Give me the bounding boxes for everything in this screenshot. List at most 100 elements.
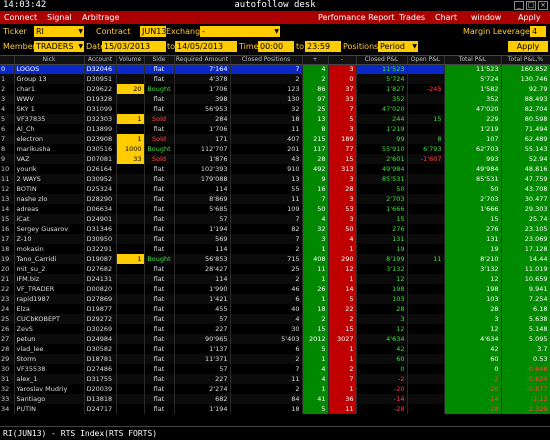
cell-side: flat xyxy=(144,384,175,394)
menu-performance-report[interactable]: Perfomance Report xyxy=(318,13,395,22)
cell-index: 32 xyxy=(0,384,15,394)
date-to-field[interactable]: 14/05/2013 xyxy=(175,41,237,52)
cell-closed-pnl: 1'827 xyxy=(356,84,408,94)
menu-chart[interactable]: Chart xyxy=(435,13,457,22)
table-row[interactable]: 34 PUTIN D24717 flat 1'194 18 5 11 -28 -28 -2.329 xyxy=(0,404,550,414)
table-row[interactable]: 33 Santiago D13818 flat 682 84 41 36 -14 -14 -2.12 xyxy=(0,394,550,404)
table-row[interactable]: 27 petun D24984 flat 90'965 5'403 2012 3027 4'63… xyxy=(0,334,550,344)
table-row[interactable]: 2 char1 D29622 20 Bought 1'706 123 86 37 1'827 -24… xyxy=(0,84,550,94)
table-row[interactable]: 7 electron D23908 1 Sold 171 407 215 189 99 8 107 62… xyxy=(0,134,550,144)
cell-account: D23908 xyxy=(84,134,117,144)
table-row[interactable]: 32 Yaroslav Mudriy D20039 flat 2'274 2 1 1 -20 -2… xyxy=(0,384,550,394)
col-account[interactable]: Account xyxy=(84,56,117,65)
col-nick[interactable]: Nick xyxy=(14,56,85,65)
table-row[interactable]: 13 nashe zlo D28290 flat 8'869 11 7 3 2'703 2'703… xyxy=(0,194,550,204)
table-row[interactable]: 22 VF_TRADER D00820 flat 1'990 46 26 14 198 198 9.… xyxy=(0,284,550,294)
table-row[interactable]: 6 Al_Ch D13899 flat 1'706 11 8 3 1'219 1'219 71.49… xyxy=(0,124,550,134)
table-row[interactable]: 19 Tano_Carridi D19087 1 Bought 56'853 715 408 2… xyxy=(0,254,550,264)
table-row[interactable]: 10 yourik D26164 flat 102'393 910 492 313 49'984… xyxy=(0,164,550,174)
table-row[interactable]: 29 Storm D18781 flat 11'371 2 1 1 60 60 0.53 xyxy=(0,354,550,364)
cell-required-amount: 179'088 xyxy=(174,174,231,184)
cell-plus: 15 xyxy=(302,324,329,334)
menu-signal[interactable]: Signal xyxy=(47,13,72,22)
apply-button[interactable]: Apply xyxy=(508,41,548,52)
col-plus[interactable]: + xyxy=(302,56,329,65)
menu-window[interactable]: window xyxy=(471,13,501,22)
table-row[interactable]: 16 Sergey Gusarov D31346 flat 1'194 82 32 50 276… xyxy=(0,224,550,234)
cell-plus: 3 xyxy=(302,234,329,244)
maximize-icon[interactable]: □ xyxy=(526,1,536,10)
time-to-field[interactable]: 23:59 xyxy=(305,41,341,52)
title-bar: 14:03:42 autofollow desk _ □ × xyxy=(0,0,550,12)
contract-select[interactable]: JUN13 xyxy=(140,26,166,37)
members-select[interactable]: TRADERS ▼ xyxy=(34,41,84,52)
cell-nick: electron xyxy=(14,134,85,144)
cell-account: D13818 xyxy=(84,394,117,404)
col-total-pnl[interactable]: Total P&L xyxy=(444,56,502,65)
col-minus[interactable]: - xyxy=(328,56,357,65)
col-total-pnl-pct[interactable]: Total P&L,% xyxy=(501,56,550,65)
col-side[interactable]: Side xyxy=(144,56,175,65)
cell-total-pnl-pct: 0.53 xyxy=(501,354,550,364)
table-row[interactable]: 18 mokasin D32291 flat 114 2 1 1 19 19 17.128 xyxy=(0,244,550,254)
cell-plus: 25 xyxy=(302,104,329,114)
col-open-pnl[interactable]: Open P&L xyxy=(407,56,445,65)
exchange-select[interactable]: - ▼ xyxy=(200,26,280,37)
col-closed-pnl[interactable]: Closed P&L xyxy=(356,56,408,65)
table-row[interactable]: 20 mit_su_2 D27682 flat 28'427 25 11 12 3'132 3'1… xyxy=(0,264,550,274)
minimize-icon[interactable]: _ xyxy=(514,1,524,10)
cell-plus: 4 xyxy=(302,364,329,374)
cell-plus: 1 xyxy=(302,384,329,394)
table-row[interactable]: 31 alex_1 D31755 flat 227 11 4 7 -2 -2 -0.824 xyxy=(0,374,550,384)
cell-side: flat xyxy=(144,344,175,354)
table-row[interactable]: 28 vlad_lee D30582 flat 1'137 6 5 1 42 42 3.7 xyxy=(0,344,550,354)
positions-select[interactable]: Period ▼ xyxy=(378,41,418,52)
cell-total-pnl-pct: -2.12 xyxy=(501,394,550,404)
table-row[interactable]: 21 IFM.biz D24131 flat 114 2 1 1 12 12 10.659 xyxy=(0,274,550,284)
close-icon[interactable]: × xyxy=(538,1,548,10)
cell-plus: 1 xyxy=(302,244,329,254)
table-row[interactable]: 24 Elza D19877 flat 455 40 18 22 28 28 6.18 xyxy=(0,304,550,314)
time-from-field[interactable]: 00:00 xyxy=(258,41,294,52)
col-index[interactable] xyxy=(0,56,15,65)
table-row[interactable]: 25 CUCbKOBEPT D29272 flat 57 4 2 2 3 3 5.638 xyxy=(0,314,550,324)
cell-open-pnl: 15 xyxy=(407,114,445,124)
menu-trades[interactable]: Trades xyxy=(399,13,425,22)
col-volume[interactable]: Volume xyxy=(116,56,145,65)
table-row[interactable]: 30 VF35538 D27486 flat 57 7 4 2 0 0 -0.648 xyxy=(0,364,550,374)
cell-nick: BOTIN xyxy=(14,184,85,194)
table-row[interactable]: 23 rapid1987 D27869 flat 1'421 6 1 5 103 103 7.254 xyxy=(0,294,550,304)
col-closed-positions[interactable]: Closed Positions xyxy=(230,56,303,65)
cell-required-amount: 1'194 xyxy=(174,404,231,414)
table-row[interactable]: 14 adreas D06634 flat 5'685 109 50 53 1'666 1'666… xyxy=(0,204,550,214)
table-row[interactable]: 4 SKY 1 D31099 flat 56'953 32 25 7 47'020 47'020 8… xyxy=(0,104,550,114)
ticker-select[interactable]: RI ▼ xyxy=(34,26,84,37)
cell-account: D24717 xyxy=(84,404,117,414)
cell-nick: Yaroslav Mudriy xyxy=(14,384,85,394)
date-from-field[interactable]: 15/03/2013 xyxy=(102,41,166,52)
menu-apply[interactable]: Apply xyxy=(518,13,541,22)
table-row[interactable]: 0 LOGOS D32046 flat 7'164 7 4 3 11'523 11'523 160.… xyxy=(0,64,550,74)
table-row[interactable]: 17 Z-10 D30950 flat 569 7 3 4 131 131 23.069 xyxy=(0,234,550,244)
cell-index: 31 xyxy=(0,374,15,384)
table-row[interactable]: 3 WWV D19328 flat 398 130 97 33 352 352 88.493 xyxy=(0,94,550,104)
cell-index: 14 xyxy=(0,204,15,214)
cell-account: D31346 xyxy=(84,224,117,234)
margin-leverage-field[interactable]: 4 xyxy=(530,26,546,37)
table-row[interactable]: 11 2 WAYS D30952 flat 179'088 13 9 3 85'531 85'53… xyxy=(0,174,550,184)
cell-closed-pnl: 60 xyxy=(356,354,408,364)
menu-arbitrage[interactable]: Arbitrage xyxy=(82,13,119,22)
table-row[interactable]: 5 VF37835 D32303 1 Sold 284 18 13 5 244 15 229 80.59… xyxy=(0,114,550,124)
table-row[interactable]: 12 BOTIN D25324 flat 114 55 16 28 50 50 43.708 xyxy=(0,184,550,194)
cell-required-amount: 2'274 xyxy=(174,384,231,394)
table-row[interactable]: 15 iCat D24901 flat 57 7 4 3 15 15 25.74 xyxy=(0,214,550,224)
table-row[interactable]: 1 Group 13 D30951 flat 4'378 2 2 0 5'724 5'724 130… xyxy=(0,74,550,84)
table-row[interactable]: 26 ZevS D30269 flat 227 30 15 15 12 12 5.148 xyxy=(0,324,550,334)
col-required-amount[interactable]: Required Amount xyxy=(174,56,231,65)
cell-required-amount: 4'378 xyxy=(174,74,231,84)
table-row[interactable]: 8 marikusha D30516 1000 Bought 112'707 201 117 7… xyxy=(0,144,550,154)
menu-connect[interactable]: Connect xyxy=(4,13,37,22)
cell-required-amount: 114 xyxy=(174,274,231,284)
positions-value: Period xyxy=(380,42,405,51)
table-row[interactable]: 9 VAZ D07081 33 Sold 1'876 43 28 15 2'601 -1'607 99… xyxy=(0,154,550,164)
